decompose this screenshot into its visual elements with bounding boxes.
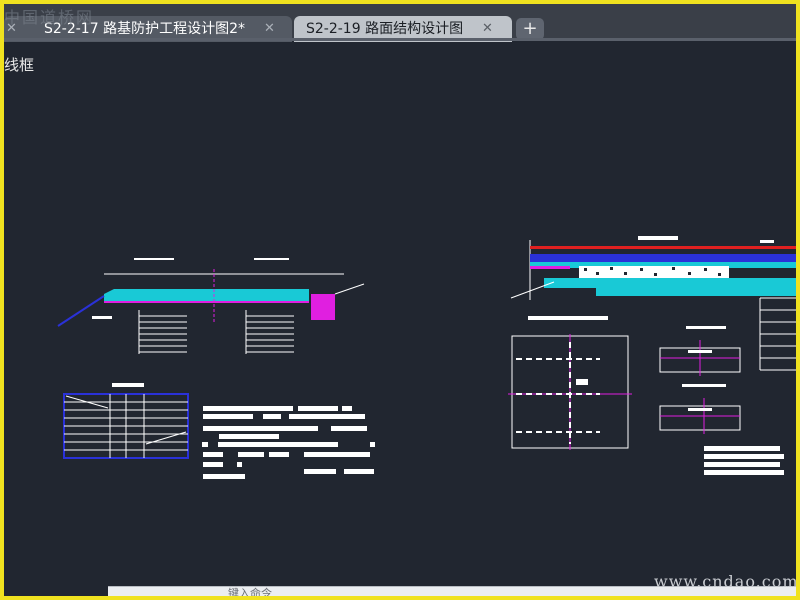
design-notes <box>202 406 375 479</box>
cad-window: ✕ S2-2-17 路基防护工程设计图2* ✕ S2-2-19 路面结构设计图 … <box>4 4 796 596</box>
parameter-table <box>63 383 189 459</box>
joint-layout-plan <box>508 316 632 450</box>
subgrade-cross-section <box>57 258 365 354</box>
joint-detail-2 <box>659 384 741 434</box>
joint-detail-1 <box>659 326 741 376</box>
command-prompt[interactable]: 键入命令 <box>228 585 272 596</box>
drawing-canvas[interactable] <box>4 4 796 596</box>
pavement-notes <box>704 446 784 475</box>
pavement-layer-detail <box>510 236 796 371</box>
site-watermark-bottom: www.cndao.com <box>654 572 796 591</box>
